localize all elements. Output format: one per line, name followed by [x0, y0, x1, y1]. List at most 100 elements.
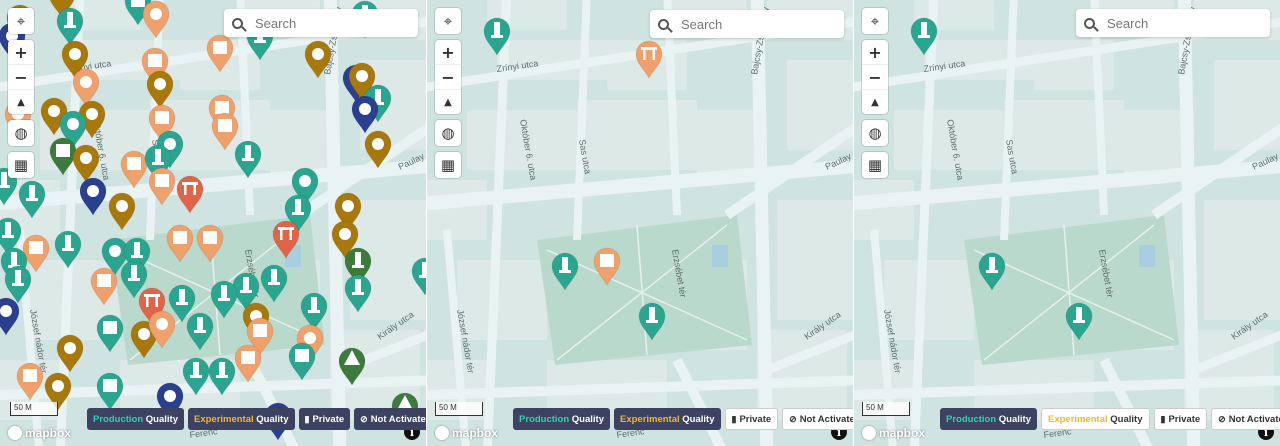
mapbox-logo[interactable]: mapbox: [435, 426, 498, 440]
search-input[interactable]: [253, 14, 407, 32]
building-icon: [213, 41, 227, 54]
tower-base: [491, 35, 503, 38]
gate-icon: [641, 47, 657, 50]
gate-post: [193, 185, 196, 195]
legend-private-label: Private: [1168, 413, 1201, 425]
tower-base: [292, 212, 304, 215]
pin-dot-icon: [52, 380, 64, 392]
map-panel-all-markers[interactable]: Zrínyi utcaOktóber 6. utcaSas utcaBajcsy…: [0, 0, 426, 446]
pin-dot-icon: [48, 105, 60, 117]
map-canvas[interactable]: Zrínyi utcaOktóber 6. utcaSas utcaBajcsy…: [427, 0, 853, 446]
map-panel-filtered[interactable]: Zrínyi utca Október 6. utca Sas utca Bajcsy…: [427, 0, 853, 446]
legend-not-activated-toggle[interactable]: ⊘Not Activated: [782, 408, 853, 430]
pond: [1139, 245, 1155, 267]
compass-button[interactable]: ▲: [8, 90, 34, 114]
pin-dot-icon: [299, 175, 311, 187]
map-canvas[interactable]: Zrínyi utcaOktóber 6. utcaSas utcaBajcsy…: [854, 0, 1280, 446]
map-panel-production-only[interactable]: Zrínyi utca Október 6. utca Sas utca Bajcsy…: [854, 0, 1280, 446]
legend-production-label: Production: [93, 413, 144, 425]
legend-not-activated-label: Not Activated: [799, 413, 853, 425]
zoom-in-button[interactable]: +: [862, 40, 888, 65]
mapbox-logo[interactable]: mapbox: [8, 426, 71, 440]
tower-icon: [29, 185, 35, 199]
gate-post: [184, 185, 187, 195]
tower-base: [352, 292, 364, 295]
search-input[interactable]: [1105, 14, 1259, 32]
legend-production-toggle[interactable]: Production Quality: [513, 408, 610, 430]
zoom-out-button[interactable]: −: [8, 65, 34, 90]
tower-icon: [221, 285, 227, 299]
crosshair-icon[interactable]: ⌖: [435, 8, 461, 34]
tower-base: [559, 270, 571, 273]
legend-private-toggle[interactable]: ▮ Private: [1153, 408, 1208, 430]
building-icon: [203, 231, 217, 244]
tower-icon: [131, 265, 137, 279]
tower-base: [131, 255, 143, 258]
crosshair-icon[interactable]: ⌖: [862, 8, 888, 34]
pin-dot-icon: [342, 200, 354, 212]
legend-experimental-toggle[interactable]: Experimental Quality: [1040, 408, 1150, 430]
zoom-in-button[interactable]: +: [8, 40, 34, 65]
tower-icon: [1, 172, 7, 186]
legend-production-toggle[interactable]: Production Quality: [940, 408, 1037, 430]
pin-dot-icon: [87, 185, 99, 197]
legend-experimental-toggle[interactable]: Experimental Quality: [613, 408, 721, 430]
grid-icon[interactable]: ▦: [862, 152, 888, 178]
map-controls: ⌖ + − ▲ ◍ ▦: [862, 8, 888, 184]
tower-base: [918, 35, 930, 38]
legend-production-toggle[interactable]: Production Quality: [87, 408, 184, 430]
tower-base: [268, 282, 280, 285]
crosshair-icon[interactable]: ⌖: [8, 8, 34, 34]
tower-icon: [311, 297, 317, 311]
search-input[interactable]: [679, 15, 833, 33]
tower-icon: [15, 270, 21, 284]
legend-quality-label: Quality: [571, 413, 604, 425]
zoom-in-button[interactable]: +: [435, 40, 461, 65]
map-canvas[interactable]: Zrínyi utcaOktóber 6. utcaSas utcaBajcsy…: [0, 0, 426, 446]
building-icon: [241, 351, 255, 364]
tower-base: [64, 25, 76, 28]
legend-production-label: Production: [519, 413, 570, 425]
tower-base: [419, 275, 426, 278]
legend-private-toggle[interactable]: ▮ Private: [298, 408, 351, 430]
zoom-out-button[interactable]: −: [862, 65, 888, 90]
city-block: [427, 180, 487, 240]
globe-icon[interactable]: ◍: [435, 120, 461, 146]
mapbox-icon: [862, 426, 876, 440]
building-icon: [215, 101, 229, 114]
grid-icon[interactable]: ▦: [8, 152, 34, 178]
legend-experimental-toggle[interactable]: Experimental Quality: [187, 408, 295, 430]
disabled-icon: ⊘: [789, 413, 797, 424]
legend-quality-label: Quality: [998, 413, 1031, 425]
zoom-out-button[interactable]: −: [435, 65, 461, 90]
compass-button[interactable]: ▲: [435, 90, 461, 114]
pin-dot-icon: [150, 8, 162, 20]
building-icon: [173, 231, 187, 244]
city-block: [1004, 100, 1124, 170]
globe-icon[interactable]: ◍: [8, 120, 34, 146]
legend-production-label: Production: [946, 413, 997, 425]
legend-not-activated-toggle[interactable]: ⊘Not Activated: [1211, 408, 1280, 430]
mapbox-logo[interactable]: mapbox: [862, 426, 925, 440]
disabled-icon: ⊘: [360, 413, 368, 424]
grid-icon[interactable]: ▦: [435, 152, 461, 178]
gate-icon: [278, 227, 294, 230]
gate-icon: [144, 294, 160, 297]
pin-dot-icon: [86, 108, 98, 120]
tower-icon: [921, 22, 927, 36]
gate-icon: [182, 182, 198, 185]
tower-icon: [155, 149, 161, 163]
tower-icon: [67, 12, 73, 26]
tower-icon: [649, 307, 655, 321]
globe-icon[interactable]: ◍: [862, 120, 888, 146]
legend-not-activated-toggle[interactable]: ⊘Not Activated: [354, 408, 426, 430]
tower-icon: [197, 317, 203, 331]
mapbox-icon: [435, 426, 449, 440]
legend: Production Quality Experimental Quality …: [940, 408, 1280, 430]
lock-icon: ▮: [1160, 413, 1166, 424]
pin-dot-icon: [164, 390, 176, 402]
mapbox-label: mapbox: [879, 426, 926, 440]
legend-private-toggle[interactable]: ▮ Private: [724, 408, 779, 430]
building-icon: [148, 54, 162, 67]
compass-button[interactable]: ▲: [862, 90, 888, 114]
